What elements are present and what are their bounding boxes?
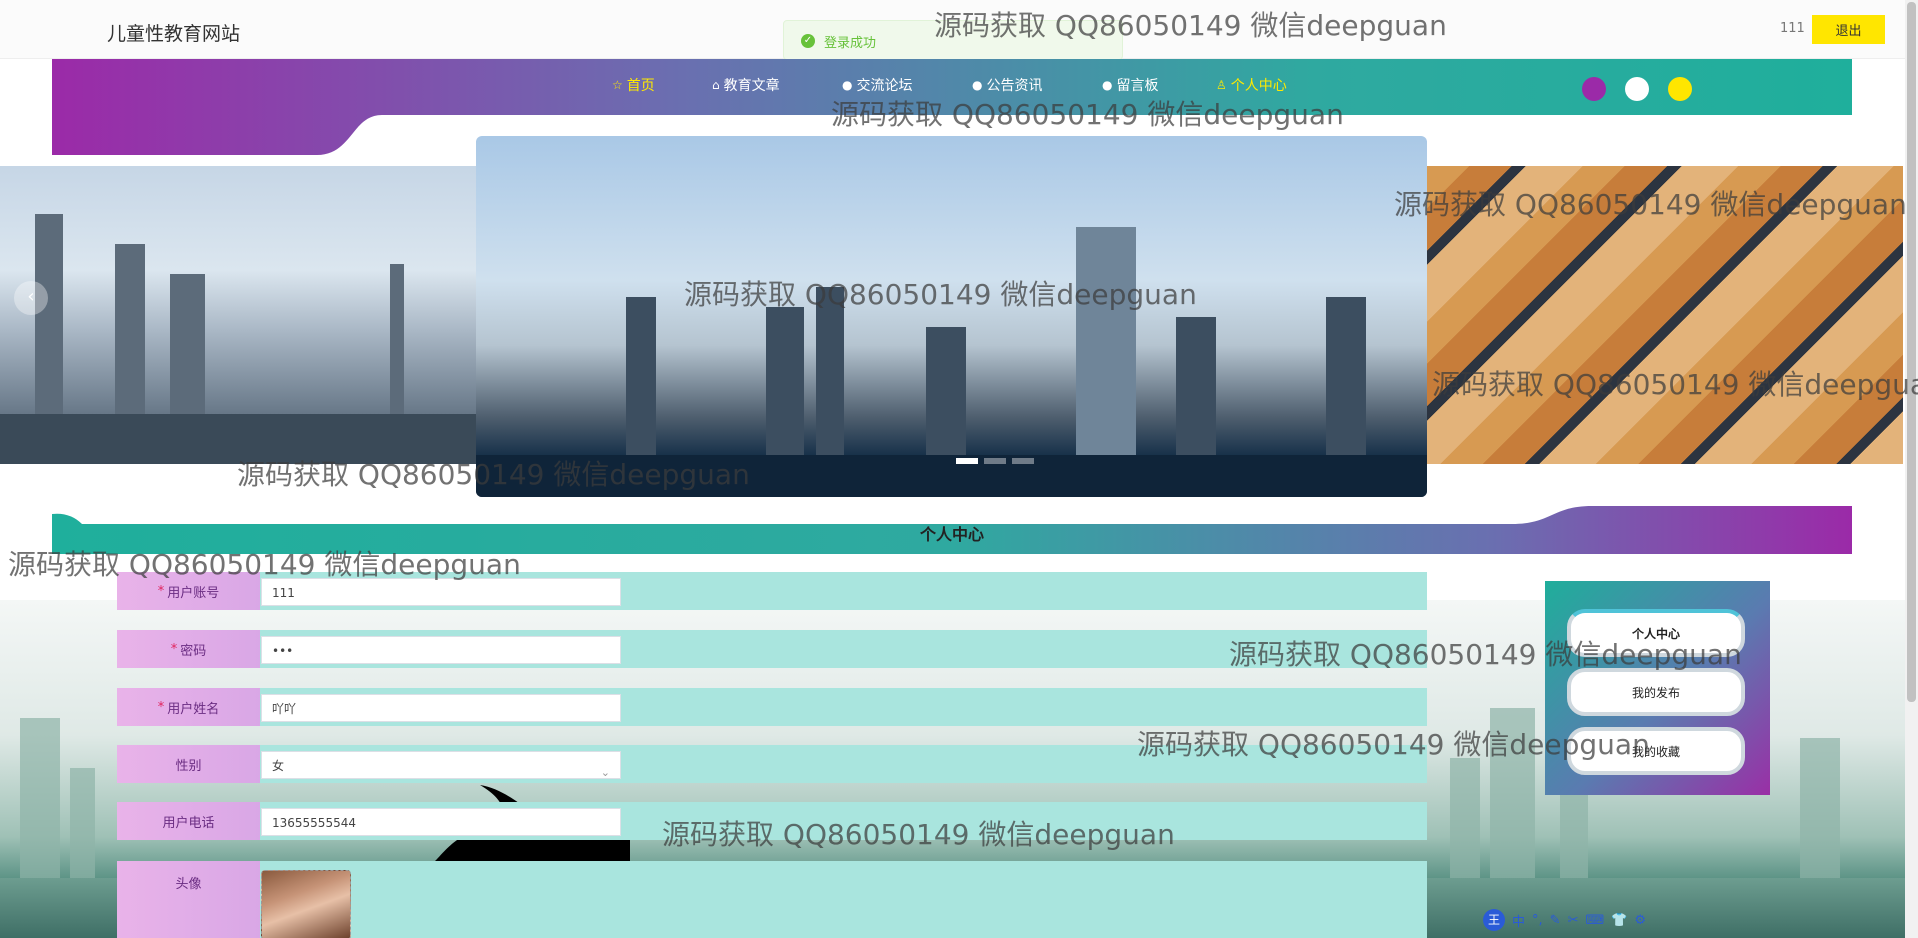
nav-item-articles[interactable]: ⌂ 教育文章 <box>712 75 780 95</box>
user-icon: ♙ <box>1216 78 1227 92</box>
ime-skin-icon[interactable]: 👕 <box>1611 913 1627 928</box>
form-label: 头像 <box>117 861 260 938</box>
ime-keyboard-icon[interactable]: ⌨ <box>1585 913 1604 928</box>
section-header: 个人中心 <box>52 506 1852 554</box>
carousel-indicator[interactable] <box>1012 458 1034 464</box>
banner-carousel: ‹ <box>0 134 1918 497</box>
form-row-password: * 密码 ••• <box>117 630 1427 668</box>
ime-settings-icon[interactable]: ⚙ <box>1634 913 1646 928</box>
star-icon: ☆ <box>612 78 623 92</box>
nav-item-home[interactable]: ☆ 首页 <box>612 75 655 95</box>
profile-side-menu: 个人中心 我的发布 我的收藏 <box>1545 581 1770 795</box>
carousel-indicator[interactable] <box>984 458 1006 464</box>
carousel-slide-center[interactable] <box>476 136 1427 497</box>
nav-item-label: 交流论坛 <box>856 78 913 94</box>
gender-value: 女 <box>272 759 285 773</box>
chevron-down-icon: ⌄ <box>600 766 610 779</box>
check-circle-icon: ✓ <box>801 34 815 48</box>
form-label: * 密码 <box>117 630 260 668</box>
help-icon: ● <box>1102 78 1113 92</box>
theme-dot-white[interactable] <box>1625 77 1649 101</box>
ime-toolbar: 王 中 °, ✎ ✂ ⌨ 👕 ⚙ <box>1483 909 1646 931</box>
nav-item-label: 教育文章 <box>723 78 780 94</box>
avatar-upload[interactable] <box>261 870 351 938</box>
info-icon: ● <box>972 78 983 92</box>
page-scrollbar[interactable] <box>1905 0 1918 938</box>
nav-item-label: 个人中心 <box>1230 78 1287 94</box>
form-label: 用户电话 <box>117 802 260 840</box>
form-row-gender: 性别 女 ⌄ <box>117 745 1427 783</box>
logout-button[interactable]: 退出 <box>1812 15 1885 44</box>
label-text: 密码 <box>180 643 207 659</box>
ime-punctuation-icon[interactable]: °, <box>1532 913 1543 928</box>
label-text: 头像 <box>175 877 202 892</box>
phone-input[interactable]: 13655555544 <box>261 808 621 836</box>
theme-dot-purple[interactable] <box>1582 77 1606 101</box>
account-input[interactable]: 111 <box>261 578 621 606</box>
carousel-indicator[interactable] <box>956 458 978 464</box>
label-text: 用户姓名 <box>167 701 220 717</box>
carousel-indicators <box>956 458 1034 464</box>
toast-message: 登录成功 <box>824 36 877 51</box>
nav-item-messages[interactable]: ● 留言板 <box>1102 75 1158 95</box>
bag-icon: ⌂ <box>712 78 720 92</box>
info-icon: ● <box>842 78 853 92</box>
label-text: 性别 <box>175 758 202 774</box>
success-toast: ✓ 登录成功 <box>783 20 1123 60</box>
form-row-phone: 用户电话 13655555544 <box>117 802 1427 840</box>
nav-item-label: 公告资讯 <box>986 78 1043 94</box>
ime-logo-icon[interactable]: 王 <box>1483 909 1505 931</box>
form-row-name: * 用户姓名 吖吖 <box>117 688 1427 726</box>
password-input[interactable]: ••• <box>261 636 621 664</box>
theme-dot-yellow[interactable] <box>1668 77 1692 101</box>
form-row-account: * 用户账号 111 <box>117 572 1427 610</box>
side-menu-my-favorites[interactable]: 我的收藏 <box>1567 727 1745 775</box>
nav-item-label: 首页 <box>626 78 655 94</box>
nav-item-label: 留言板 <box>1116 78 1159 94</box>
form-label: * 用户账号 <box>117 572 260 610</box>
carousel-slide-left[interactable]: ‹ <box>0 166 476 464</box>
nav-item-profile[interactable]: ♙ 个人中心 <box>1216 75 1287 95</box>
form-row-avatar: 头像 <box>117 861 1427 938</box>
side-menu-my-posts[interactable]: 我的发布 <box>1567 668 1745 716</box>
label-text: 用户账号 <box>167 585 220 601</box>
ime-handwrite-icon[interactable]: ✎ <box>1550 913 1561 928</box>
site-title: 儿童性教育网站 <box>107 23 241 45</box>
gender-select[interactable]: 女 ⌄ <box>261 751 621 779</box>
ime-scissors-icon[interactable]: ✂ <box>1568 913 1579 928</box>
name-input[interactable]: 吖吖 <box>261 694 621 722</box>
nav-item-news[interactable]: ● 公告资讯 <box>972 75 1042 95</box>
form-label: * 用户姓名 <box>117 688 260 726</box>
label-text: 用户电话 <box>162 815 215 831</box>
side-menu-profile[interactable]: 个人中心 <box>1567 609 1745 657</box>
username: 111 <box>1780 21 1805 36</box>
scrollbar-thumb[interactable] <box>1907 2 1916 702</box>
nav-item-forum[interactable]: ● 交流论坛 <box>842 75 912 95</box>
form-label: 性别 <box>117 745 260 783</box>
carousel-slide-right[interactable] <box>1427 166 1903 464</box>
section-title: 个人中心 <box>919 525 984 544</box>
carousel-prev-button[interactable]: ‹ <box>14 281 48 315</box>
ime-chinese-mode[interactable]: 中 <box>1512 911 1525 930</box>
